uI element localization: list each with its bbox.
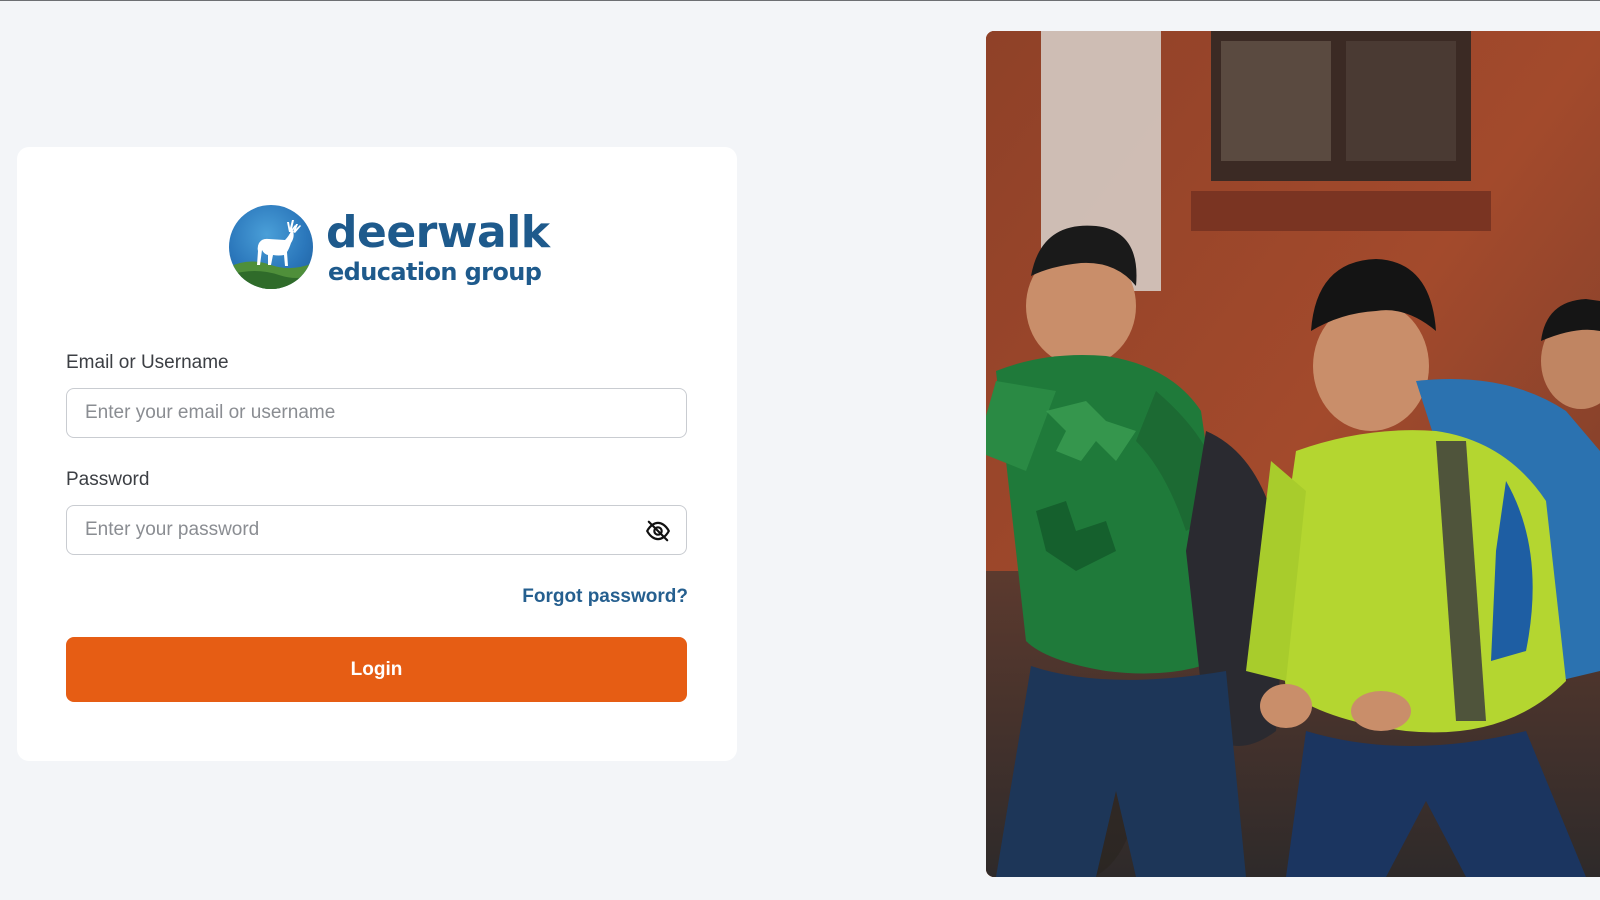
brand-name: deerwalk bbox=[326, 206, 550, 258]
brand-logo: deerwalk education group bbox=[229, 204, 550, 290]
brand-tagline: education group bbox=[328, 257, 542, 286]
top-divider bbox=[0, 0, 1600, 1]
email-field[interactable] bbox=[66, 388, 687, 438]
eye-off-icon[interactable] bbox=[644, 517, 672, 545]
hero-photo bbox=[986, 31, 1600, 877]
login-card: deerwalk education group Email or Userna… bbox=[17, 147, 737, 761]
password-label: Password bbox=[66, 469, 150, 490]
email-label: Email or Username bbox=[66, 352, 229, 373]
password-field[interactable] bbox=[66, 505, 687, 555]
forgot-password-link[interactable]: Forgot password? bbox=[522, 586, 688, 608]
login-button[interactable]: Login bbox=[66, 637, 687, 702]
deer-logo-icon bbox=[229, 205, 313, 289]
